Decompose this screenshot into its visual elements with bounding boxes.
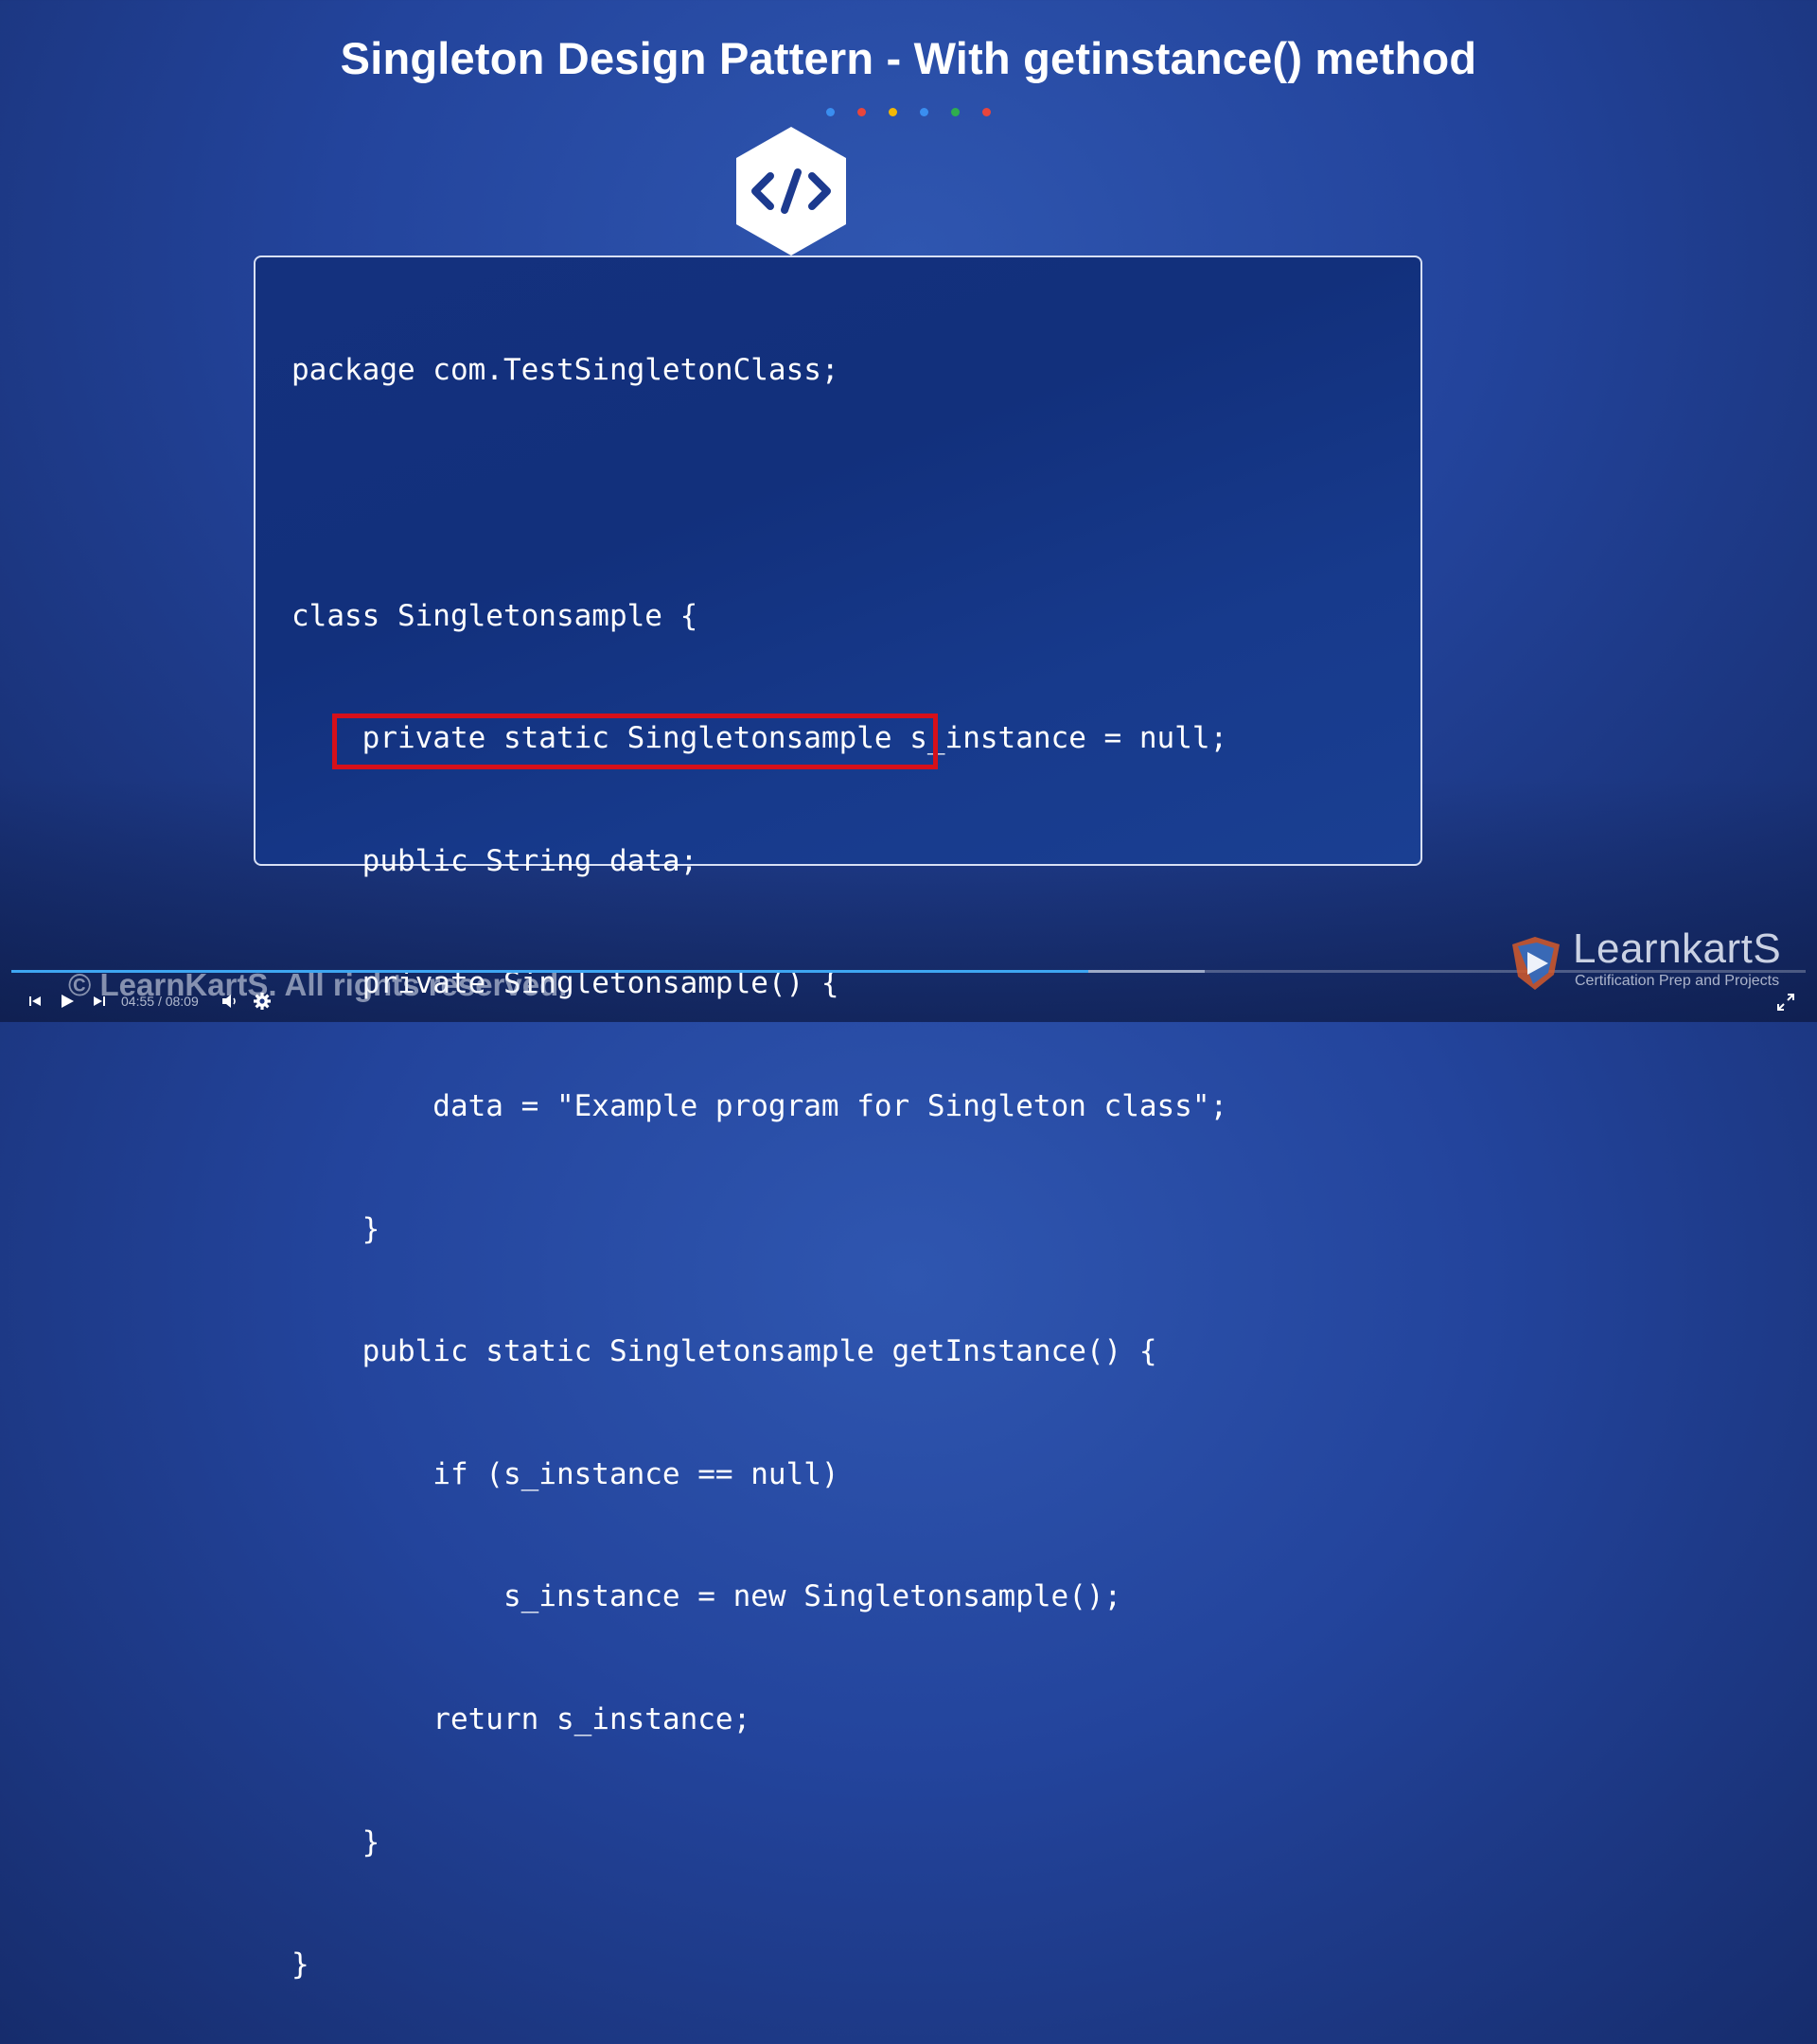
code-line: s_instance = new Singletonsample(); — [291, 1579, 1122, 1614]
volume-icon[interactable] — [214, 988, 246, 1014]
code-line: public String data; — [291, 843, 698, 878]
current-time: 04:55 — [121, 994, 155, 1009]
decorative-dot — [826, 108, 835, 116]
code-line: if (s_instance == null) — [291, 1456, 839, 1491]
code-line: } — [291, 1947, 309, 1982]
code-line: public static Singletonsample getInstanc… — [291, 1334, 1157, 1369]
time-separator: / — [157, 994, 162, 1009]
slide-title: Singleton Design Pattern - With getinsta… — [340, 33, 1477, 83]
code-line: return s_instance; — [291, 1701, 751, 1736]
code-panel: package com.TestSingletonClass; class Si… — [254, 256, 1422, 1982]
code-line: package com.TestSingletonClass; — [291, 353, 839, 388]
decorative-dot — [951, 108, 960, 116]
decorative-dot — [857, 108, 866, 116]
code-line: data = "Example program for Singleton cl… — [291, 1088, 1228, 1123]
code-line: } — [291, 1824, 380, 1859]
duration: 08:09 — [165, 994, 199, 1009]
code-line: } — [291, 1211, 380, 1246]
code-line: class Singletonsample { — [291, 598, 698, 633]
decorative-dot — [920, 108, 928, 116]
fullscreen-icon[interactable] — [1775, 992, 1796, 1013]
next-icon[interactable] — [83, 988, 115, 1014]
brand-logo: LearnkartS Certification Prep and Projec… — [1505, 925, 1789, 996]
code-icon — [736, 127, 846, 256]
logo-shield-icon — [1512, 937, 1560, 990]
brand-name: LearnkartS — [1573, 925, 1782, 972]
decorative-dot — [982, 108, 991, 116]
player-controls: 04:55 / 08:09 — [19, 988, 278, 1014]
previous-icon[interactable] — [19, 988, 51, 1014]
code-block: package com.TestSingletonClass; class Si… — [291, 269, 1227, 2044]
brand-tagline: Certification Prep and Projects — [1575, 973, 1780, 989]
time-display: 04:55 / 08:09 — [121, 994, 199, 1009]
settings-icon[interactable] — [246, 988, 278, 1014]
play-icon[interactable] — [51, 988, 83, 1014]
decorative-dot — [889, 108, 897, 116]
decorative-dots — [826, 108, 991, 116]
highlight-box — [332, 714, 938, 769]
